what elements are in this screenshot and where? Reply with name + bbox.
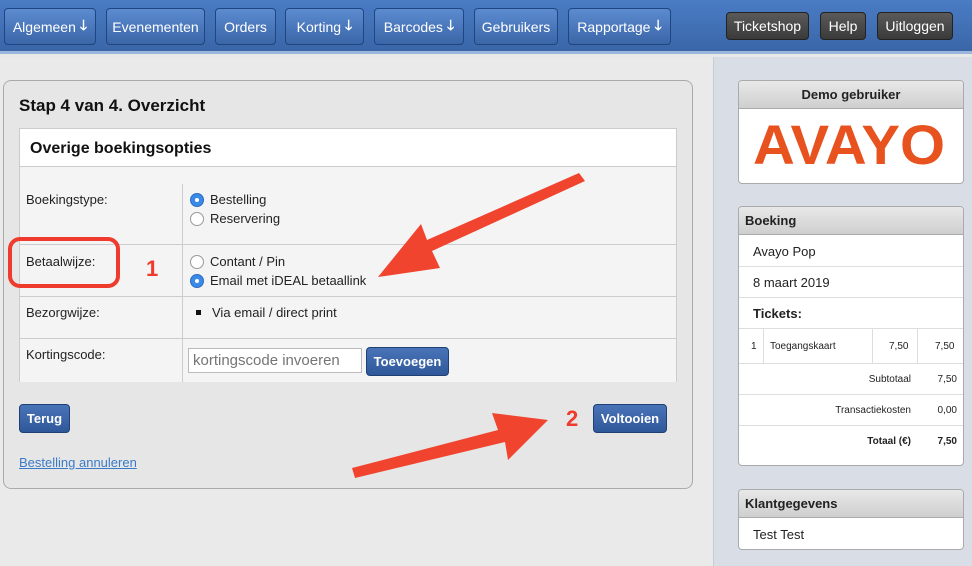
total-value: 7,50: [937, 436, 957, 447]
subtotal-label: Subtotaal: [868, 374, 911, 385]
subtotal-row: Subtotaal 7,50: [739, 364, 963, 395]
ticket-qty: 1: [751, 341, 757, 352]
customer-name: Test Test: [753, 527, 805, 542]
fee-value: 0,00: [937, 405, 957, 416]
ticket-name: Toegangskaart: [770, 341, 836, 352]
booking-date: 8 maart 2019: [753, 275, 830, 290]
fee-label: Transactiekosten: [835, 405, 911, 416]
table-row: 1 Toegangskaart 7,50 7,50: [739, 329, 963, 364]
booking-box-header: Boeking: [739, 207, 963, 235]
booking-tickets-row: Tickets:: [739, 298, 963, 329]
total-label: Totaal (€): [867, 436, 911, 447]
booking-event-row: Avayo Pop: [739, 236, 963, 267]
tickets-label: Tickets:: [753, 306, 802, 321]
logo-text: AVAYO: [753, 124, 945, 168]
customer-box: Klantgegevens Test Test: [738, 489, 964, 550]
ticket-price: 7,50: [889, 341, 909, 352]
subtotal-value: 7,50: [937, 374, 957, 385]
booking-event: Avayo Pop: [753, 244, 816, 259]
customer-box-header: Klantgegevens: [739, 490, 963, 518]
avayo-logo: AVAYO: [753, 124, 945, 168]
user-box-header: Demo gebruiker: [739, 81, 963, 109]
booking-box: Boeking Avayo Pop 8 maart 2019 Tickets: …: [738, 206, 964, 466]
annotation-arrow-2: [352, 413, 548, 478]
fee-row: Transactiekosten 0,00: [739, 395, 963, 426]
total-row: Totaal (€) 7,50: [739, 426, 963, 457]
ticket-total: 7,50: [935, 341, 955, 352]
booking-date-row: 8 maart 2019: [739, 267, 963, 298]
annotation-arrow-1: [378, 173, 585, 277]
